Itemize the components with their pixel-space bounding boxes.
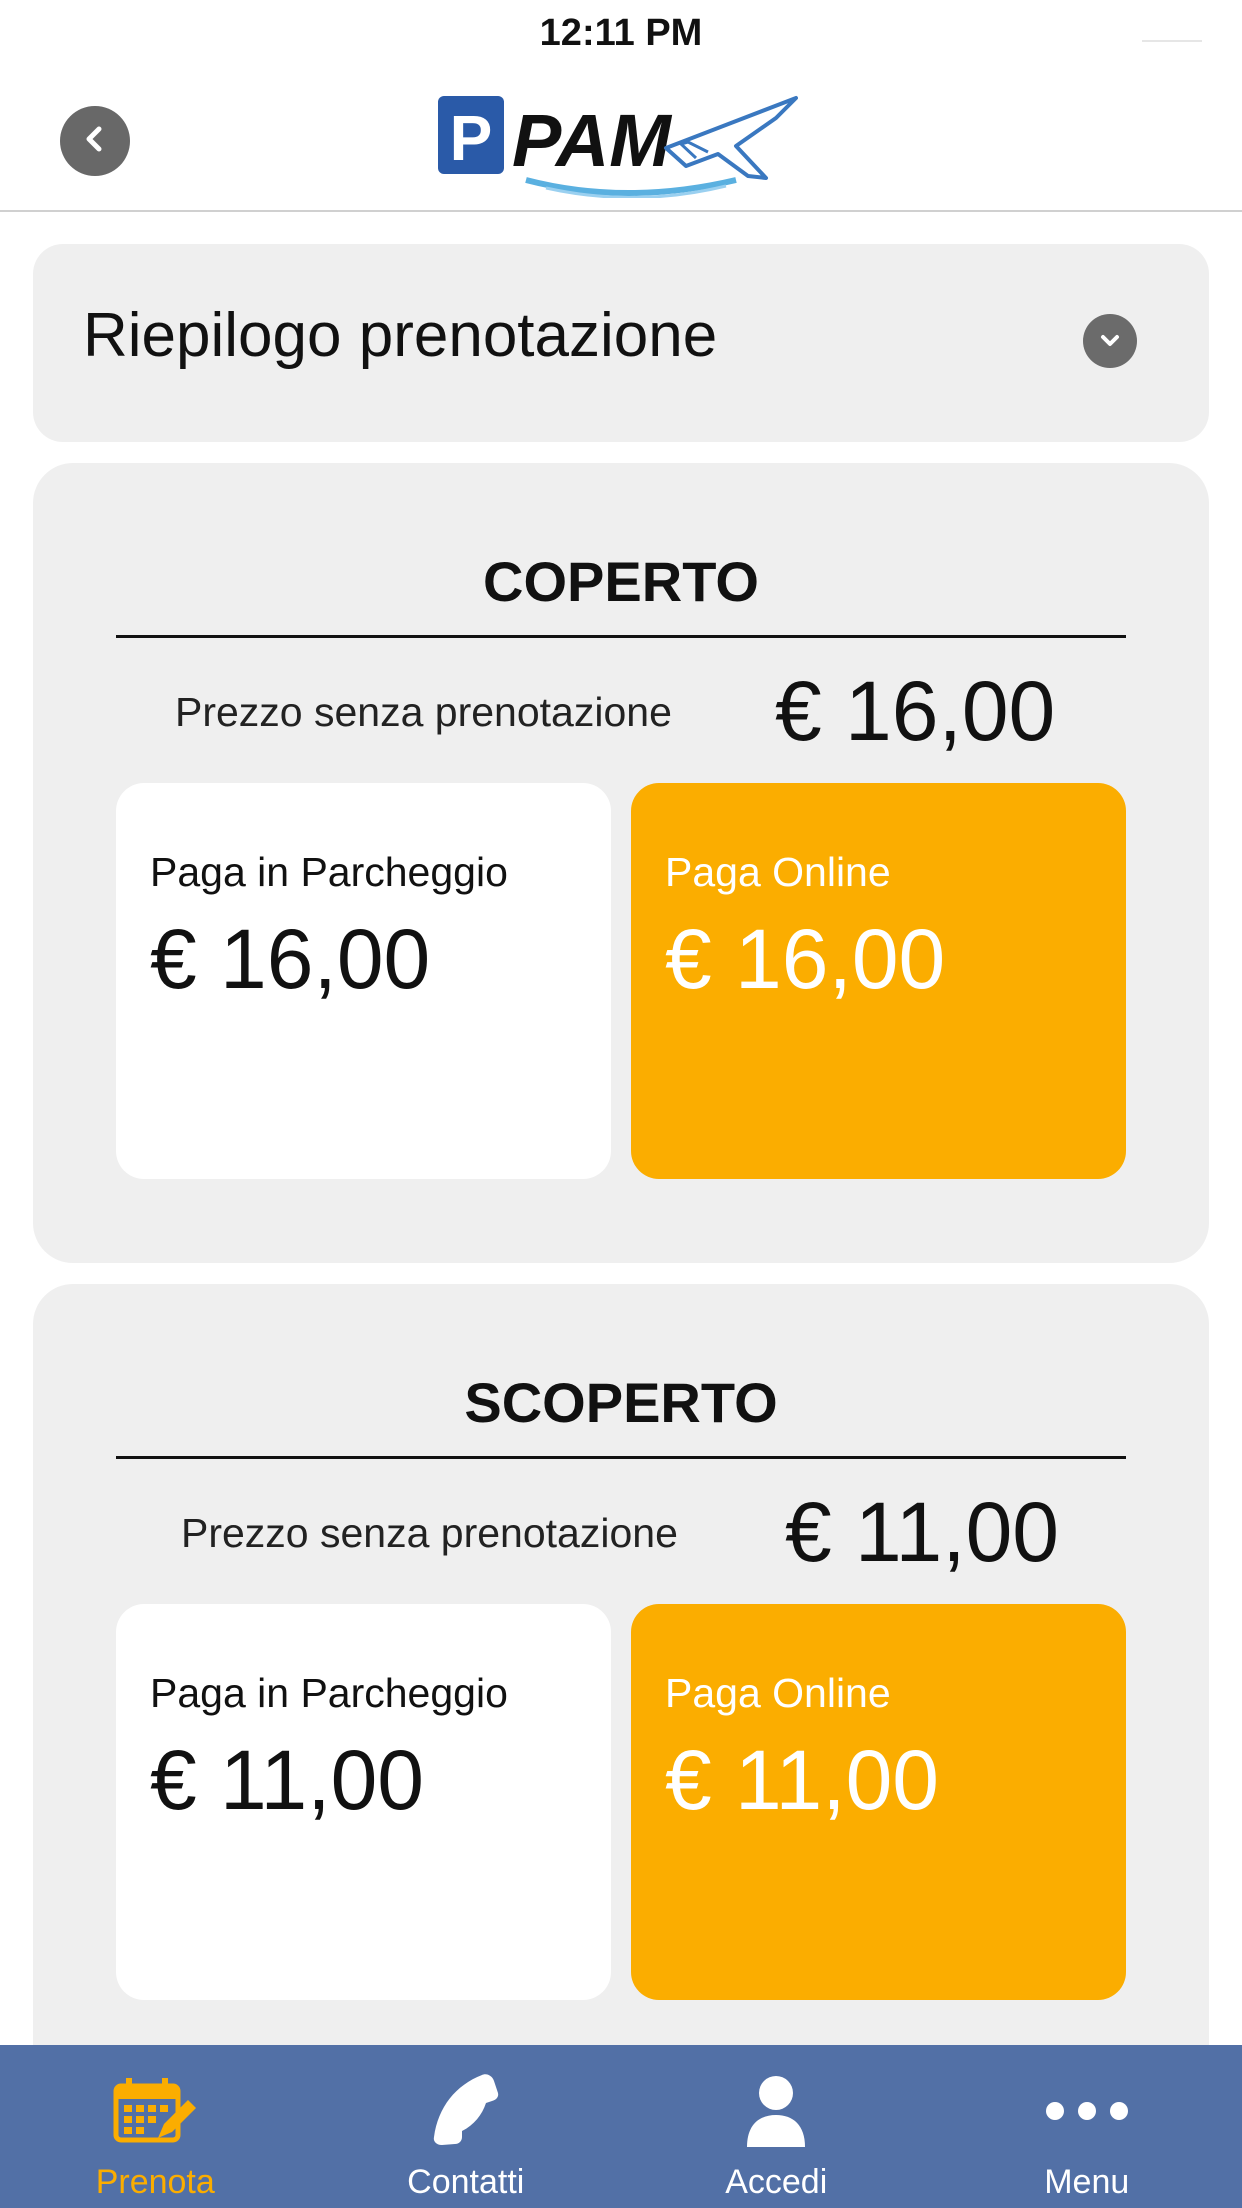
- phone-icon: [428, 2071, 504, 2156]
- price-section-coperto: COPERTO Prezzo senza prenotazione € 16,0…: [33, 463, 1209, 1263]
- booking-summary-toggle[interactable]: Riepilogo prenotazione: [33, 244, 1209, 442]
- pay-online-label: Paga Online: [665, 849, 891, 895]
- calendar-edit-icon: [112, 2076, 198, 2151]
- pay-online-option[interactable]: Paga Online € 11,00: [631, 1604, 1126, 2000]
- pay-online-price: € 11,00: [665, 1733, 940, 1827]
- chevron-down-icon: [1083, 314, 1137, 368]
- pay-online-price: € 16,00: [665, 912, 946, 1006]
- summary-title: Riepilogo prenotazione: [83, 301, 718, 370]
- nav-label: Contatti: [407, 2163, 525, 2201]
- nav-item-menu[interactable]: Menu: [932, 2045, 1242, 2208]
- pay-in-parking-price: € 16,00: [150, 912, 431, 1006]
- nav-item-contatti[interactable]: Contatti: [311, 2045, 622, 2208]
- more-dots-icon: [1042, 2099, 1132, 2128]
- section-divider: [116, 1456, 1126, 1459]
- app-logo: P PAM: [436, 88, 806, 199]
- status-time: 12:11 PM: [539, 12, 703, 54]
- nav-item-accedi[interactable]: Accedi: [621, 2045, 932, 2208]
- pay-in-parking-price: € 11,00: [150, 1733, 425, 1827]
- section-title: COPERTO: [483, 550, 759, 613]
- user-icon: [743, 2073, 809, 2154]
- nav-label: Prenota: [95, 2163, 215, 2201]
- pay-in-parking-label: Paga in Parcheggio: [150, 1670, 508, 1716]
- price-section-scoperto: SCOPERTO Prezzo senza prenotazione € 11,…: [33, 1284, 1209, 2084]
- pay-online-option[interactable]: Paga Online € 16,00: [631, 783, 1126, 1179]
- no-booking-price: € 16,00: [775, 664, 1056, 758]
- back-button[interactable]: [60, 106, 130, 176]
- pay-in-parking-option[interactable]: Paga in Parcheggio € 11,00: [116, 1604, 611, 2000]
- nav-label: Accedi: [725, 2163, 828, 2201]
- no-booking-price: € 11,00: [785, 1485, 1060, 1579]
- logo-text: PAM: [512, 99, 672, 182]
- chevron-left-icon: [78, 122, 112, 161]
- app-header: P PAM: [0, 66, 1242, 212]
- nav-item-prenota[interactable]: Prenota: [0, 2045, 311, 2208]
- bottom-nav: Prenota Contatti Accedi Menu: [0, 2045, 1242, 2208]
- nav-label: Menu: [1044, 2163, 1130, 2201]
- section-title: SCOPERTO: [464, 1371, 778, 1434]
- pay-online-label: Paga Online: [665, 1670, 891, 1716]
- status-bar: 12:11 PM: [0, 0, 1242, 66]
- pay-in-parking-label: Paga in Parcheggio: [150, 849, 508, 895]
- pay-in-parking-option[interactable]: Paga in Parcheggio € 16,00: [116, 783, 611, 1179]
- no-booking-label: Prezzo senza prenotazione: [181, 1510, 678, 1556]
- no-booking-label: Prezzo senza prenotazione: [175, 689, 672, 735]
- section-divider: [116, 635, 1126, 638]
- logo-letter: P: [450, 102, 493, 174]
- battery-indicator: [1142, 40, 1202, 48]
